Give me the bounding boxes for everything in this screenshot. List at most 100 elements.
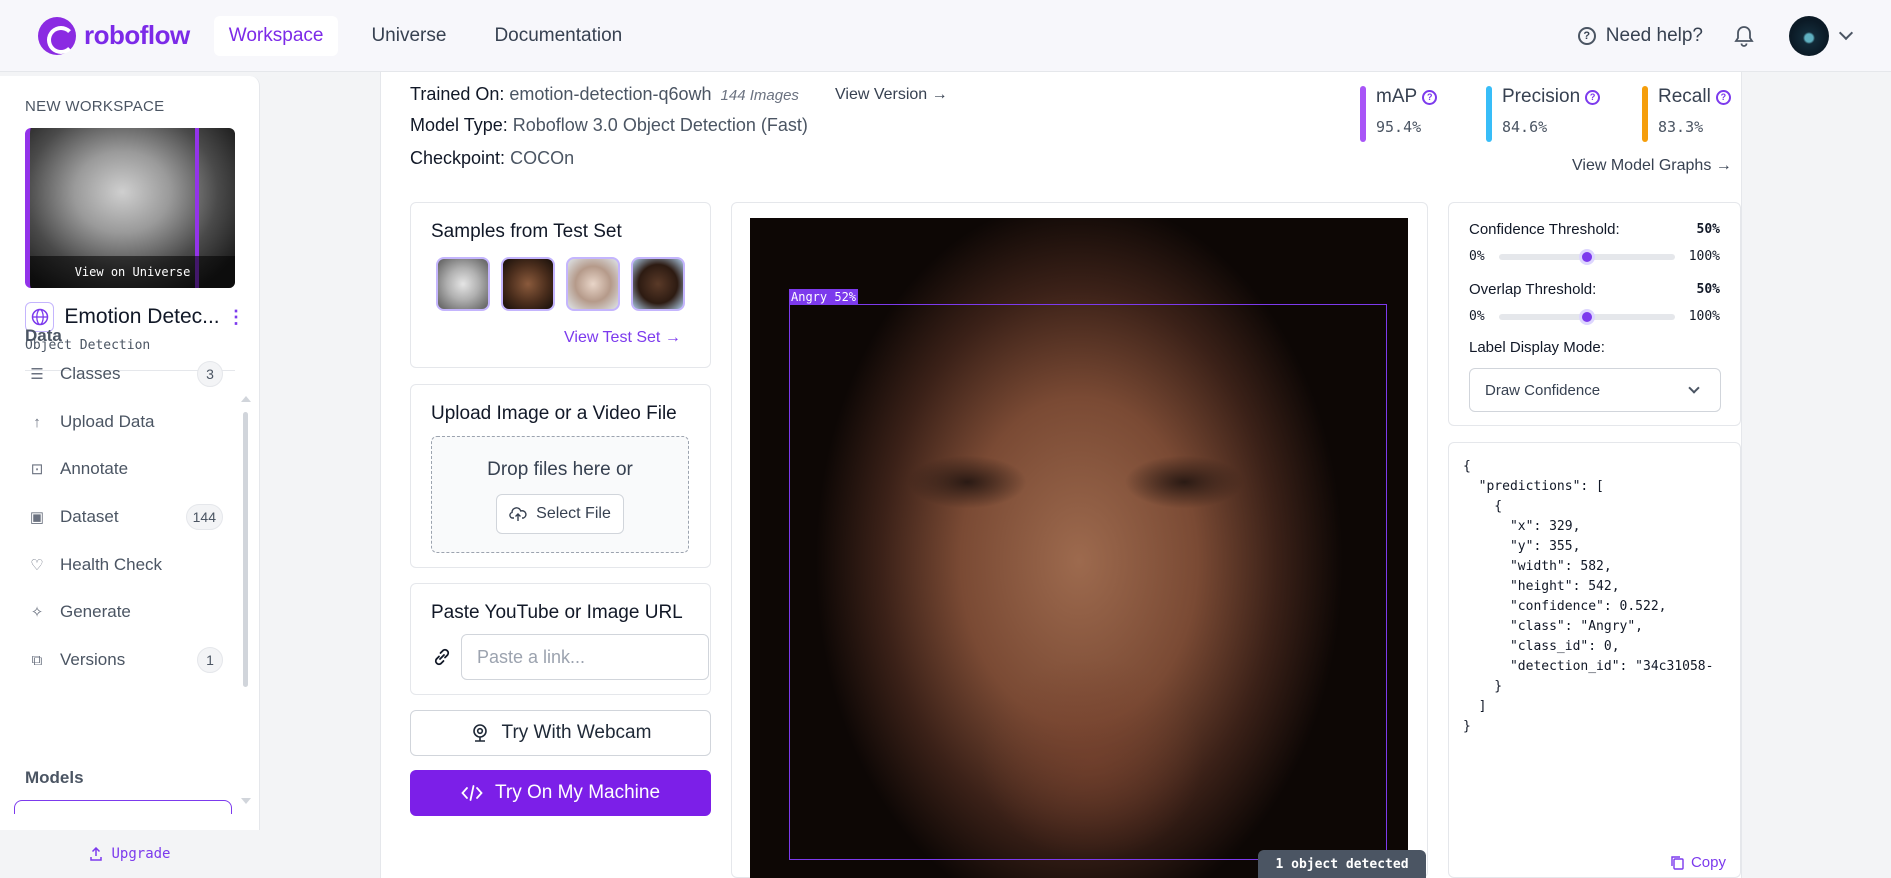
settings-card: Confidence Threshold: 50% 0% 100% Overla…: [1448, 202, 1741, 426]
sample-thumbnail[interactable]: [436, 257, 490, 311]
question-circle-icon[interactable]: ?: [1585, 89, 1601, 105]
slider-max-label: 100%: [1688, 309, 1720, 324]
samples-title: Samples from Test Set: [431, 221, 622, 242]
logo-text: roboflow: [84, 20, 190, 50]
upload-card: Upload Image or a Video File Drop files …: [410, 384, 711, 568]
samples-card: Samples from Test Set View Test Set →: [410, 202, 711, 368]
url-title: Paste YouTube or Image URL: [431, 602, 683, 623]
sidebar-item-label: Health Check: [60, 555, 163, 574]
label-display-mode-select[interactable]: Draw Confidence: [1469, 368, 1721, 412]
label-display-mode-value: Draw Confidence: [1485, 381, 1601, 399]
model-type-label: Model Type:: [410, 115, 508, 135]
detection-bounding-box: [789, 304, 1387, 860]
overlap-slider[interactable]: [1499, 309, 1675, 325]
sidebar-scrollbar[interactable]: [243, 412, 248, 687]
file-dropzone[interactable]: Drop files here or Select File: [431, 436, 689, 553]
view-test-set-link[interactable]: View Test Set →: [564, 329, 681, 347]
bell-icon[interactable]: [1733, 24, 1755, 48]
nav-tab-documentation[interactable]: Documentation: [479, 16, 637, 56]
objects-detected-badge: 1 object detected: [1258, 850, 1426, 878]
machine-label: Try On My Machine: [494, 782, 661, 803]
question-circle-icon[interactable]: ?: [1422, 89, 1438, 105]
slider-max-label: 100%: [1688, 249, 1720, 264]
scroll-down-arrow[interactable]: [241, 798, 251, 804]
sample-thumbnail[interactable]: [501, 257, 555, 311]
sidebar-item-dataset[interactable]: ▣ Dataset 144: [28, 503, 223, 531]
try-webcam-button[interactable]: Try With Webcam: [410, 710, 711, 756]
sample-thumbnail[interactable]: [631, 257, 685, 311]
copy-button[interactable]: Copy: [1670, 854, 1726, 871]
try-on-my-machine-button[interactable]: Try On My Machine: [410, 770, 711, 816]
view-on-universe-button[interactable]: View on Universe: [30, 256, 235, 288]
code-icon: [461, 785, 483, 801]
slider-min-label: 0%: [1469, 249, 1485, 264]
copy-label: Copy: [1690, 854, 1726, 871]
scroll-up-arrow[interactable]: [241, 396, 251, 402]
json-output: { "predictions": [ { "x": 329, "y": 355,…: [1463, 459, 1714, 734]
generate-icon: ✧: [30, 604, 44, 621]
sidebar-item-upload-data[interactable]: ↑ Upload Data: [28, 408, 223, 436]
dataset-count-badge: 144: [185, 504, 223, 530]
upload-cloud-icon: [509, 507, 527, 521]
upgrade-label: Upgrade: [111, 846, 171, 862]
sample-thumbnail[interactable]: [566, 257, 620, 311]
confidence-slider-handle[interactable]: [1579, 249, 1595, 265]
arrow-up-icon: ↑: [33, 413, 41, 431]
need-help-link[interactable]: ? Need help?: [1577, 24, 1703, 47]
project-name: Emotion Detec...: [64, 305, 220, 328]
webcam-icon: [472, 724, 487, 742]
question-circle-icon[interactable]: ?: [1715, 89, 1731, 105]
webcam-label: Try With Webcam: [501, 722, 652, 743]
annotate-icon: ⊡: [30, 461, 44, 478]
link-icon: [431, 646, 453, 673]
sidebar-item-label: Annotate: [60, 459, 129, 478]
sidebar-item-label: Upload Data: [60, 412, 155, 431]
chevron-down-icon[interactable]: [1838, 25, 1854, 40]
view-graphs-label: View Model Graphs: [1572, 157, 1712, 174]
confidence-slider[interactable]: [1499, 249, 1675, 265]
select-file-label: Select File: [536, 505, 611, 522]
kebab-menu-icon[interactable]: ⋮: [227, 307, 245, 328]
select-file-button[interactable]: Select File: [496, 494, 624, 534]
need-help-label: Need help?: [1605, 24, 1703, 46]
url-input[interactable]: Paste a link...: [461, 634, 709, 680]
project-thumbnail[interactable]: View on Universe: [25, 128, 235, 288]
confidence-threshold-value: 50%: [1696, 222, 1720, 237]
sidebar-item-generate[interactable]: ✧ Generate: [28, 598, 223, 626]
top-navbar: roboflow Workspace Universe Documentatio…: [0, 0, 1891, 72]
trained-on-label: Trained On:: [410, 84, 505, 104]
sidebar-item-classes[interactable]: ☰ Classes 3: [28, 360, 223, 388]
model-item-selected[interactable]: [14, 800, 232, 814]
model-type-value: Roboflow 3.0 Object Detection (Fast): [512, 115, 808, 135]
metric-bar: [1360, 86, 1366, 142]
upgrade-button[interactable]: Upgrade: [0, 830, 260, 878]
confidence-threshold-label: Confidence Threshold:: [1469, 221, 1620, 238]
metric-bar: [1486, 86, 1492, 142]
question-circle-icon: ?: [1577, 26, 1596, 45]
classes-count-badge: 3: [197, 361, 223, 387]
sidebar-item-health-check[interactable]: ♡ Health Check: [28, 551, 223, 579]
images-count: 144 Images: [720, 87, 799, 104]
sidebar-item-label: Dataset: [60, 507, 119, 526]
sidebar-item-versions[interactable]: ⧉ Versions 1: [28, 646, 223, 674]
versions-count-badge: 1: [197, 647, 223, 673]
user-avatar[interactable]: [1789, 15, 1829, 56]
label-display-mode-title: Label Display Mode:: [1469, 339, 1605, 356]
roboflow-logo[interactable]: roboflow: [38, 16, 190, 55]
upload-arrow-icon: [90, 847, 103, 861]
nav-tab-universe[interactable]: Universe: [356, 16, 461, 56]
json-output-card: { "predictions": [ { "x": 329, "y": 355,…: [1448, 442, 1741, 878]
view-model-graphs-link[interactable]: View Model Graphs →: [1572, 157, 1732, 175]
sidebar-item-annotate[interactable]: ⊡ Annotate: [28, 455, 223, 483]
upload-title: Upload Image or a Video File: [431, 403, 677, 424]
arrow-right-icon: →: [1715, 157, 1732, 174]
nav-tab-workspace[interactable]: Workspace: [213, 15, 339, 56]
checkpoint-label: Checkpoint:: [410, 148, 506, 168]
metric-value: 84.6%: [1502, 118, 1548, 136]
detection-label: Angry 52%: [789, 289, 859, 305]
sidebar-item-label: Classes: [60, 364, 121, 383]
metric-bar: [1642, 86, 1648, 142]
roboflow-logo-icon: [38, 16, 76, 55]
view-version-link[interactable]: View Version →: [835, 86, 948, 104]
overlap-slider-handle[interactable]: [1579, 309, 1595, 325]
